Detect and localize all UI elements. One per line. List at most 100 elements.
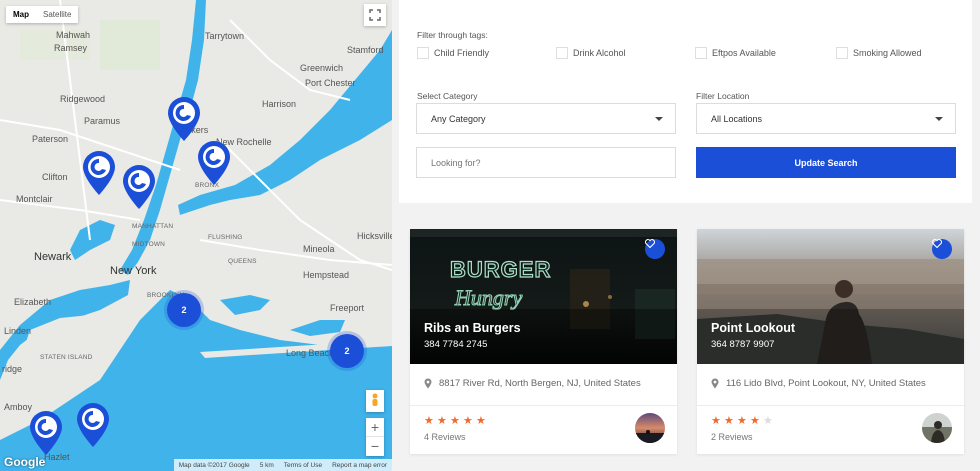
map-marker-icon [711,378,719,389]
chevron-down-icon [935,117,943,121]
filter-panel: Filter through tags: Child Friendly Drin… [399,0,972,203]
map-data-credit: Map data ©2017 Google [178,461,250,469]
map[interactable]: Map Satellite Mahwah Ramsey Ridgewood Pa… [0,0,392,471]
checkbox[interactable] [417,47,429,59]
star-icon: ★ [724,415,734,427]
city-label: Montclair [16,194,53,204]
map-pin[interactable] [75,402,111,448]
neon-sign-text: Hungry [454,285,522,310]
city-label: Elizabeth [14,297,52,307]
city-label: Linden [4,326,32,336]
heart-icon[interactable] [645,239,665,259]
tag-checkbox-eftpos[interactable]: Eftpos Available [695,47,776,59]
update-search-button[interactable]: Update Search [696,147,956,178]
chevron-down-icon [655,117,663,121]
map-scale: 5 km [259,461,274,469]
star-icon: ★ [737,415,747,427]
rating-stars: ★ ★ ★ ★ ★ [711,416,776,427]
tag-checkbox-child-friendly[interactable]: Child Friendly [417,47,489,59]
terms-link[interactable]: Terms of Use [279,462,327,469]
zoom-control: + − [366,418,384,456]
fullscreen-icon[interactable] [364,4,386,26]
city-label: Stamford [347,45,384,55]
city-label: FLUSHING [208,234,243,241]
listing-card[interactable]: BURGER Hungry Ribs an Burgers 384 7784 2… [410,229,677,454]
city-label: Clifton [42,172,68,182]
map-marker-icon [424,378,432,389]
checkbox[interactable] [556,47,568,59]
star-icon: ★ [463,415,473,427]
map-footer: Map data ©2017 Google 5 km Terms of Use … [173,459,392,471]
city-label: Paramus [84,116,121,126]
location-select[interactable]: All Locations [696,103,956,134]
page: Map Satellite Mahwah Ramsey Ridgewood Pa… [0,0,980,471]
city-label: ridge [2,364,23,374]
search-input[interactable] [416,147,676,178]
city-label: Greenwich [300,63,344,73]
city-label: Long Beach [286,348,335,358]
map-pin[interactable] [166,96,202,142]
category-select[interactable]: Any Category [416,103,676,134]
star-icon: ★ [437,415,447,427]
listing-image[interactable]: BURGER Hungry Ribs an Burgers 384 7784 2… [410,229,677,364]
neon-sign-text: BURGER [450,257,551,282]
avatar[interactable] [635,413,665,443]
map-pin[interactable] [121,164,157,210]
tags-label: Filter through tags: [417,30,488,40]
map-pin[interactable] [196,140,232,186]
review-count[interactable]: 4 Reviews [424,432,466,442]
tag-checkbox-smoking[interactable]: Smoking Allowed [836,47,922,59]
avatar[interactable] [922,413,952,443]
city-label: Mineola [303,244,335,254]
rating-stars: ★ ★ ★ ★ ★ [424,416,489,427]
city-label: Newark [34,251,72,263]
listing-image[interactable]: Point Lookout 364 8787 9907 [697,229,964,364]
listing-title[interactable]: Point Lookout [711,321,795,335]
checkbox[interactable] [836,47,848,59]
city-label: Ridgewood [60,94,106,104]
location-label: Filter Location [696,91,750,101]
city-label: QUEENS [228,258,257,265]
city-label: STATEN ISLAND [40,354,93,361]
star-icon: ★ [711,415,721,427]
tag-label: Child Friendly [434,48,490,58]
listing-address: 8817 River Rd, North Bergen, NJ, United … [424,378,641,389]
star-icon: ★ [476,415,486,427]
map-pin[interactable] [28,410,64,456]
tag-label: Eftpos Available [712,48,776,58]
listing-phone: 384 7784 2745 [424,339,488,350]
city-label: Mahwah [56,30,91,40]
address-text: 8817 River Rd, North Bergen, NJ, United … [439,378,641,389]
tag-label: Smoking Allowed [853,48,922,58]
map-pin[interactable] [81,150,117,196]
star-icon: ★ [424,415,434,427]
divider [697,405,964,406]
listing-title[interactable]: Ribs an Burgers [424,321,521,335]
city-label: Hicksville [357,231,392,241]
map-tab[interactable]: Map [6,6,36,23]
location-value: All Locations [711,113,763,124]
star-icon: ★ [750,415,760,427]
review-count[interactable]: 2 Reviews [711,432,753,442]
map-cluster[interactable]: 2 [167,293,201,327]
pegman-icon[interactable] [366,390,384,412]
city-label: Harrison [262,99,297,109]
zoom-in-button[interactable]: + [366,418,384,437]
report-error-link[interactable]: Report a map error [327,462,392,469]
listing-phone: 364 8787 9907 [711,339,775,350]
city-label: Freeport [330,303,365,313]
divider [410,405,677,406]
checkbox[interactable] [695,47,707,59]
google-logo: Google [4,455,46,469]
city-label: Ramsey [54,43,88,53]
satellite-tab[interactable]: Satellite [36,6,78,23]
heart-icon[interactable] [932,239,952,259]
category-value: Any Category [431,113,486,124]
tag-checkbox-drink-alcohol[interactable]: Drink Alcohol [556,47,626,59]
map-cluster[interactable]: 2 [330,334,364,368]
city-label: Tarrytown [205,31,245,41]
address-text: 116 Lido Blvd, Point Lookout, NY, United… [726,378,926,389]
star-icon: ★ [450,415,460,427]
zoom-out-button[interactable]: − [366,437,384,456]
listing-card[interactable]: Point Lookout 364 8787 9907 116 Lido Blv… [697,229,964,454]
